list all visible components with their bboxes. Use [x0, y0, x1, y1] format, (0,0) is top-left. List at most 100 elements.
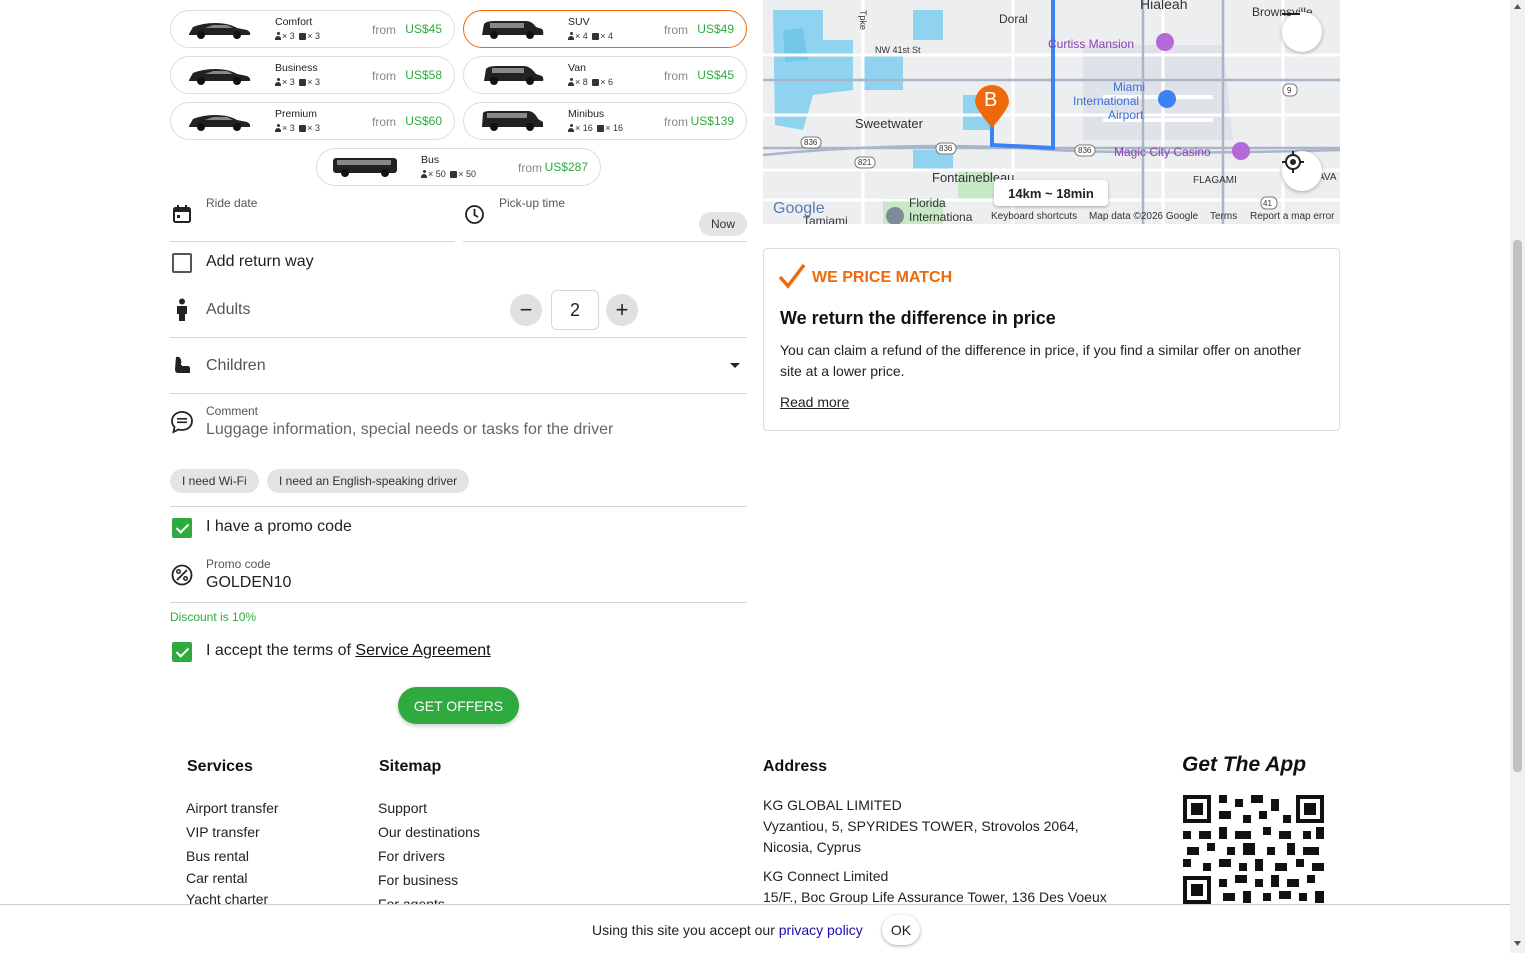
map-label: Magic City Casino: [1114, 145, 1211, 159]
divider: [170, 602, 747, 603]
passenger-icon: [275, 124, 281, 132]
scroll-up-icon[interactable]: [1514, 4, 1521, 9]
privacy-policy-link[interactable]: privacy policy: [779, 922, 863, 938]
vehicle-price: US$45: [697, 68, 734, 82]
footer-link[interactable]: Our destinations: [378, 824, 480, 840]
vehicle-name: Van: [568, 62, 586, 74]
passenger-icon: [275, 32, 281, 40]
company-address: Vyzantiou, 5, SPYRIDES TOWER, Strovolos …: [763, 818, 1079, 834]
checkmark-icon: [778, 263, 806, 289]
passenger-icon: [275, 78, 281, 86]
divider: [170, 506, 747, 507]
luggage-icon: [299, 32, 307, 40]
comment-input[interactable]: Luggage information, special needs or ta…: [206, 421, 613, 439]
now-button[interactable]: Now: [699, 212, 748, 236]
scroll-down-icon[interactable]: [1514, 941, 1521, 946]
promo-code-label: Promo code: [206, 557, 271, 571]
from-label: from: [664, 115, 688, 129]
car-image: [189, 23, 251, 39]
return-way-checkbox[interactable]: [172, 253, 192, 273]
map-label: International: [1073, 94, 1140, 108]
vehicle-capacity: × 3 × 3: [275, 123, 320, 133]
vehicle-card-minibus[interactable]: Minibus × 16 × 16 from US$139: [463, 102, 747, 140]
footer-link[interactable]: Support: [378, 800, 427, 816]
map-label: Doral: [999, 12, 1028, 26]
terms-checkbox[interactable]: [172, 642, 192, 662]
adults-decrement-button[interactable]: −: [510, 294, 542, 326]
map-label: Internationa: [909, 210, 973, 224]
vehicle-capacity: × 50 × 50: [421, 169, 476, 179]
vehicle-price: US$60: [405, 114, 442, 128]
map-label: Airport: [1108, 108, 1144, 122]
vehicle-card-business[interactable]: Business × 3 × 3 from US$58: [170, 56, 455, 94]
passenger-icon: [568, 78, 574, 86]
return-way-label: Add return way: [206, 253, 314, 270]
divider: [463, 241, 747, 242]
car-image: [482, 111, 543, 131]
footer-link[interactable]: For business: [378, 872, 458, 888]
vehicle-name: Comfort: [275, 16, 313, 28]
promo-code-checkbox[interactable]: [172, 518, 192, 538]
car-image: [189, 69, 251, 85]
chevron-down-icon[interactable]: [729, 362, 741, 370]
vehicle-capacity: × 3 × 3: [275, 31, 320, 41]
cookie-ok-button[interactable]: OK: [882, 915, 920, 945]
vehicle-card-comfort[interactable]: Comfort × 3 × 3 from US$45: [170, 10, 455, 48]
car-image: [189, 115, 251, 131]
map-label: Miami: [1113, 80, 1145, 94]
adults-label: Adults: [206, 301, 251, 318]
my-location-button[interactable]: [1282, 151, 1322, 191]
zoom-out-button[interactable]: [1282, 12, 1322, 52]
wifi-chip[interactable]: I need Wi-Fi: [170, 469, 259, 493]
qr-code[interactable]: [1183, 795, 1324, 904]
ride-date-input[interactable]: [206, 212, 454, 240]
divider: [170, 393, 747, 394]
footer-link[interactable]: Airport transfer: [186, 800, 279, 816]
vehicle-price: US$45: [405, 22, 442, 36]
vehicle-card-van[interactable]: Van × 8 × 6 from US$45: [463, 56, 747, 94]
footer-link[interactable]: Car rental: [186, 870, 247, 886]
map-label: FLAGAMI: [1193, 175, 1237, 186]
vehicle-card-premium[interactable]: Premium × 3 × 3 from US$60: [170, 102, 455, 140]
scrollbar-thumb[interactable]: [1513, 240, 1522, 772]
service-agreement-link[interactable]: Service Agreement: [355, 642, 490, 659]
report-map-error-link[interactable]: Report a map error: [1250, 211, 1334, 222]
percent-icon: [171, 564, 193, 586]
english-driver-chip[interactable]: I need an English-speaking driver: [267, 469, 470, 493]
map-label: Hialeah: [1140, 0, 1188, 12]
divider: [170, 241, 455, 242]
footer-link[interactable]: Bus rental: [186, 848, 249, 864]
vehicle-capacity: × 16 × 16: [568, 123, 623, 133]
from-label: from: [372, 69, 396, 83]
adults-increment-button[interactable]: +: [606, 294, 638, 326]
from-label: from: [518, 161, 542, 175]
children-label: Children: [206, 357, 266, 374]
terms-label: I accept the terms of Service Agreement: [206, 642, 491, 659]
map-label: Curtiss Mansion: [1048, 37, 1135, 51]
map-marker-label: B: [984, 89, 998, 111]
read-more-link[interactable]: Read more: [780, 394, 849, 410]
route-shield: 9: [1287, 86, 1292, 95]
footer-link[interactable]: For drivers: [378, 848, 445, 864]
from-label: from: [664, 69, 688, 83]
car-image: [484, 66, 544, 85]
vehicle-capacity: × 8 × 6: [568, 77, 613, 87]
discount-text: Discount is 10%: [170, 610, 257, 624]
vehicle-name: Premium: [275, 108, 318, 120]
footer-link[interactable]: VIP transfer: [186, 824, 260, 840]
comment-icon: [171, 411, 193, 434]
promo-code-input[interactable]: GOLDEN10: [206, 574, 291, 592]
passenger-icon: [421, 170, 427, 178]
get-the-app-heading: Get The App: [1182, 753, 1307, 776]
route-shield: 836: [804, 138, 818, 147]
map-terms-link[interactable]: Terms: [1210, 211, 1237, 222]
address-heading: Address: [763, 758, 828, 775]
vehicle-card-bus[interactable]: Bus × 50 × 50 from US$287: [316, 148, 601, 186]
vehicle-name: SUV: [568, 16, 590, 28]
route-shield: 821: [858, 158, 872, 167]
get-offers-button[interactable]: GET OFFERS: [398, 687, 519, 724]
vehicle-card-suv[interactable]: SUV × 4 × 4 from US$49: [463, 10, 747, 48]
adults-value[interactable]: 2: [551, 290, 599, 330]
keyboard-shortcuts-link[interactable]: Keyboard shortcuts: [991, 211, 1077, 222]
luggage-icon: [299, 78, 307, 86]
